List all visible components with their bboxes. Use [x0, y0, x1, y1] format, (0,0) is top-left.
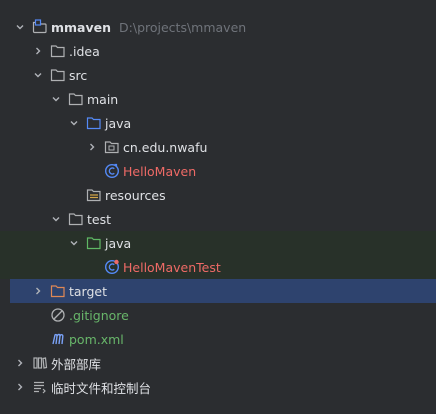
hello-maven-test-label: HelloMavenTest — [123, 259, 221, 275]
test-label: test — [87, 211, 112, 227]
library-icon — [32, 355, 48, 371]
main-label: main — [87, 91, 119, 107]
tree-node-test-java[interactable]: java — [0, 231, 436, 255]
chevron-down-icon[interactable] — [66, 115, 82, 131]
package-label: cn.edu.nwafu — [123, 139, 208, 155]
folder-icon — [68, 91, 84, 107]
tree-node-gitignore[interactable]: .gitignore — [0, 303, 436, 327]
chevron-right-icon[interactable] — [12, 355, 28, 371]
project-path: D:\projects\mmaven — [119, 19, 247, 35]
external-libraries-label: 外部部库 — [51, 356, 102, 372]
chevron-down-icon[interactable] — [12, 19, 28, 35]
pom-label: pom.xml — [69, 331, 124, 347]
project-name: mmaven — [51, 19, 112, 35]
scratches-icon — [32, 379, 48, 395]
chevron-down-icon[interactable] — [66, 235, 82, 251]
chevron-down-icon[interactable] — [30, 67, 46, 83]
chevron-right-icon[interactable] — [30, 43, 46, 59]
resources-label: resources — [105, 187, 166, 203]
tree-node-idea[interactable]: .idea — [0, 39, 436, 63]
hello-maven-label: HelloMaven — [123, 163, 197, 179]
tree-node-package[interactable]: cn.edu.nwafu — [0, 135, 436, 159]
chevron-right-icon[interactable] — [12, 379, 28, 395]
package-icon — [104, 139, 120, 155]
main-java-label: java — [105, 115, 132, 131]
tree-node-main-java[interactable]: java — [0, 111, 436, 135]
tree-node-test[interactable]: test — [0, 207, 436, 231]
folder-icon — [50, 67, 66, 83]
tree-node-hello-maven-test[interactable]: HelloMavenTest — [0, 255, 436, 279]
folder-icon — [68, 211, 84, 227]
target-label: target — [69, 283, 108, 299]
project-tree: mmaven D:\projects\mmaven .idea src main… — [0, 0, 436, 414]
tree-node-scratches[interactable]: 临时文件和控制台 — [0, 375, 436, 399]
src-label: src — [69, 67, 88, 83]
source-root-folder-icon — [86, 115, 102, 131]
gitignore-icon — [50, 307, 66, 323]
chevron-right-icon[interactable] — [84, 139, 100, 155]
tree-node-pom[interactable]: pom.xml — [0, 327, 436, 351]
idea-label: .idea — [69, 43, 100, 59]
tree-node-target[interactable]: target — [10, 279, 436, 303]
chevron-down-icon[interactable] — [48, 91, 64, 107]
tree-node-external-libraries[interactable]: 外部部库 — [0, 351, 436, 375]
java-test-class-icon — [104, 259, 120, 275]
chevron-down-icon[interactable] — [48, 211, 64, 227]
maven-icon — [50, 331, 66, 347]
tree-node-main[interactable]: main — [0, 87, 436, 111]
scratches-label: 临时文件和控制台 — [51, 380, 152, 396]
chevron-right-icon[interactable] — [30, 283, 46, 299]
tree-node-src[interactable]: src — [0, 63, 436, 87]
gitignore-label: .gitignore — [69, 307, 129, 323]
excluded-folder-icon — [50, 283, 66, 299]
test-source-root-folder-icon — [86, 235, 102, 251]
resources-folder-icon — [86, 187, 102, 203]
project-module-icon — [32, 19, 48, 35]
tree-node-project-root[interactable]: mmaven D:\projects\mmaven — [0, 15, 436, 39]
java-class-icon — [104, 163, 120, 179]
folder-icon — [50, 43, 66, 59]
tree-node-hello-maven[interactable]: HelloMaven — [0, 159, 436, 183]
tree-node-resources[interactable]: resources — [0, 183, 436, 207]
test-java-label: java — [105, 235, 132, 251]
